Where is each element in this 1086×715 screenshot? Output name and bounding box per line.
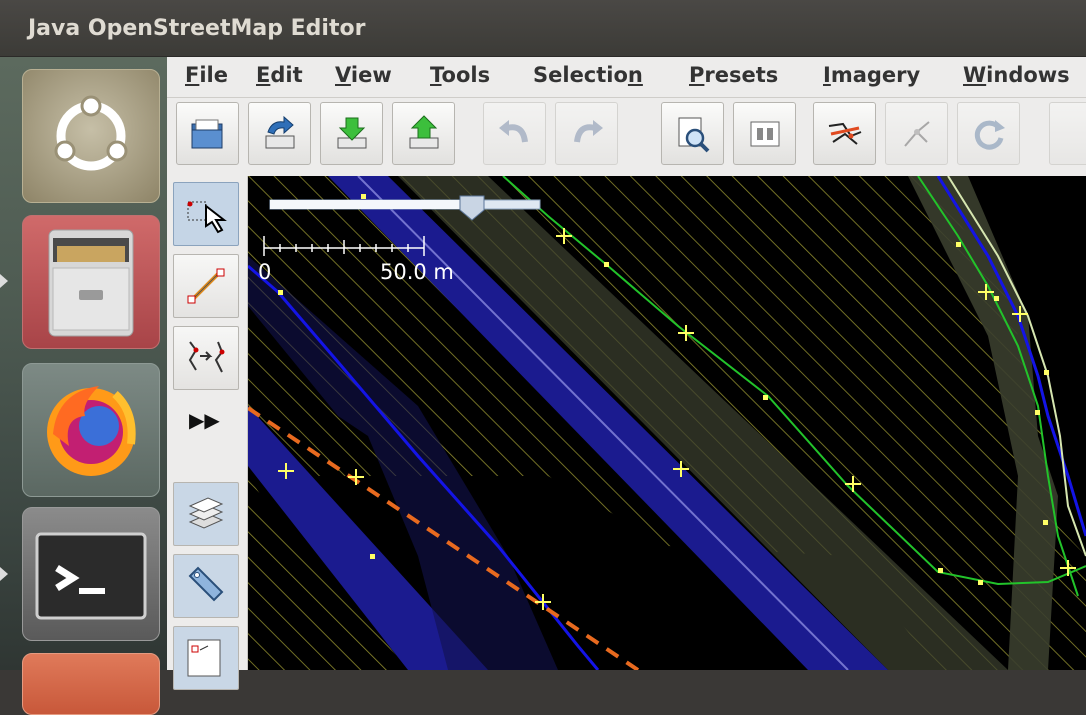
ubuntu-logo-icon[interactable]	[22, 69, 160, 203]
undo-icon	[498, 119, 528, 142]
open-location-icon	[265, 115, 294, 148]
wireframe-button[interactable]	[813, 102, 876, 165]
mode-palette: ▶▶	[167, 176, 248, 690]
upload-icon	[409, 114, 438, 148]
improve-way-button[interactable]	[173, 326, 239, 390]
menu-bar: File Edit View Tools Selection Presets I…	[167, 57, 1086, 98]
undo-button[interactable]	[483, 102, 546, 165]
zoom-preview-icon	[678, 117, 709, 152]
wireframe-icon	[828, 122, 861, 145]
menu-tools[interactable]: Tools	[430, 63, 490, 87]
file-cabinet-icon[interactable]	[22, 215, 160, 349]
upload-button[interactable]	[392, 102, 455, 165]
tag-icon	[188, 566, 224, 602]
relation-icon	[187, 639, 221, 677]
running-indicator-icon	[0, 274, 8, 288]
scale-end-label: 50.0 m	[380, 260, 454, 284]
menu-imagery[interactable]: Imagery	[823, 63, 920, 87]
map-view[interactable]: 0 50.0 m	[248, 176, 1086, 670]
redo-icon	[573, 119, 603, 142]
running-indicator-icon	[0, 567, 8, 581]
unity-launcher	[0, 57, 167, 715]
open-file-icon	[191, 119, 222, 148]
toolbar-overflow-button[interactable]	[1049, 102, 1086, 165]
preferences-icon	[750, 121, 779, 146]
menu-view[interactable]: View	[335, 63, 392, 87]
layers-icon	[188, 497, 224, 529]
split-way-button[interactable]	[885, 102, 948, 165]
select-mode-icon	[187, 201, 227, 234]
menu-windows[interactable]: Windows	[963, 63, 1070, 87]
download-icon	[337, 117, 366, 148]
draw-mode-button[interactable]	[173, 254, 239, 318]
window-title: Java OpenStreetMap Editor	[28, 16, 366, 41]
menu-edit[interactable]: Edit	[256, 63, 303, 87]
terminal-icon[interactable]	[22, 507, 160, 641]
redo-button[interactable]	[555, 102, 618, 165]
draw-mode-icon	[187, 268, 225, 304]
open-file-button[interactable]	[176, 102, 239, 165]
relations-button[interactable]	[173, 626, 239, 690]
improve-way-icon	[188, 341, 225, 373]
map-canvas[interactable]	[248, 176, 1086, 670]
menu-presets[interactable]: Presets	[689, 63, 778, 87]
select-mode-button[interactable]	[173, 182, 239, 246]
firefox-icon[interactable]	[22, 363, 160, 497]
menu-selection[interactable]: Selection	[533, 63, 643, 87]
layers-button[interactable]	[173, 482, 239, 546]
scale-start-label: 0	[258, 260, 272, 284]
preferences-button[interactable]	[733, 102, 796, 165]
menu-file[interactable]: File	[185, 63, 228, 87]
window-title-bar: Java OpenStreetMap Editor	[0, 0, 1086, 57]
refresh-icon	[974, 119, 1005, 150]
split-way-icon	[903, 120, 930, 147]
refresh-button[interactable]	[957, 102, 1020, 165]
text-editor-icon[interactable]	[22, 653, 160, 715]
zoom-preview-button[interactable]	[661, 102, 724, 165]
main-toolbar	[167, 98, 1086, 177]
tags-button[interactable]	[173, 554, 239, 618]
open-location-button[interactable]	[248, 102, 311, 165]
download-button[interactable]	[320, 102, 383, 165]
more-modes-icon[interactable]: ▶▶	[189, 408, 220, 432]
